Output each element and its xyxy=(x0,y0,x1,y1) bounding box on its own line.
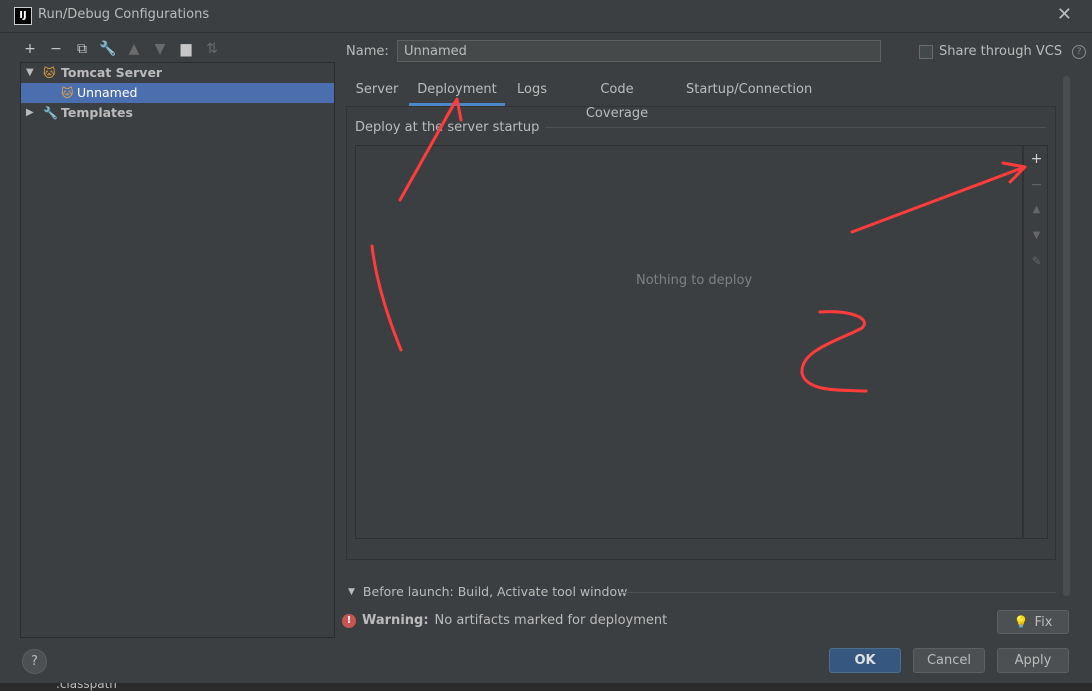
name-label: Name: xyxy=(346,44,389,59)
sort-icon[interactable]: ⇅ xyxy=(202,39,222,59)
before-launch-divider xyxy=(620,592,1056,593)
wrench-icon: 🔧 xyxy=(43,106,58,120)
expand-icon: ▼ xyxy=(348,586,355,597)
ok-button[interactable]: OK xyxy=(829,648,901,673)
window-title: Run/Debug Configurations xyxy=(38,7,210,22)
move-down-icon[interactable]: ▼ xyxy=(150,39,170,59)
tab-deployment[interactable]: Deployment xyxy=(409,78,505,106)
move-up-icon[interactable]: ▲ xyxy=(124,39,144,59)
intellij-icon: IJ xyxy=(14,7,32,25)
lightbulb-icon: 💡 xyxy=(1013,615,1029,629)
copy-icon[interactable]: ⧉ xyxy=(72,39,92,59)
move-down-icon[interactable]: ▼ xyxy=(1024,230,1049,241)
remove-icon[interactable]: − xyxy=(46,39,66,59)
before-launch-section[interactable]: ▼ Before launch: Build, Activate tool wi… xyxy=(348,584,627,599)
cancel-button[interactable]: Cancel xyxy=(913,648,985,673)
vertical-scrollbar[interactable] xyxy=(1063,76,1070,596)
share-checkbox[interactable] xyxy=(919,44,933,59)
help-button[interactable]: ? xyxy=(22,649,47,674)
help-icon[interactable]: ? xyxy=(1072,44,1087,59)
tab-startup-connection[interactable]: Startup/Connection xyxy=(686,78,812,106)
collapse-icon[interactable]: ▶ xyxy=(26,103,34,123)
background-file-label: .classpath xyxy=(56,683,117,691)
share-through-vcs[interactable]: Share through VCS ? xyxy=(919,44,1087,59)
error-icon: ! xyxy=(342,613,356,628)
tab-code-coverage[interactable]: Code Coverage xyxy=(568,78,666,121)
name-field[interactable] xyxy=(397,40,881,62)
tree-item-templates[interactable]: ▶ 🔧 Templates xyxy=(21,103,334,123)
section-title: Deploy at the server startup xyxy=(355,120,546,135)
warning-label: Warning: xyxy=(362,613,429,628)
wrench-icon[interactable]: 🔧 xyxy=(98,39,118,59)
tree-templates-label: Templates xyxy=(61,105,133,120)
deployment-actions: + − ▲ ▼ ✎ xyxy=(1023,145,1048,539)
config-toolbar: + − ⧉ 🔧 ▲ ▼ ▆ ⇅ xyxy=(20,38,222,60)
remove-icon[interactable]: − xyxy=(1024,177,1049,193)
tree-group-label: Tomcat Server xyxy=(61,65,163,80)
fix-label: Fix xyxy=(1034,614,1053,630)
tree-item-unnamed[interactable]: 🐱 Unnamed xyxy=(21,83,334,103)
move-up-icon[interactable]: ▲ xyxy=(1024,204,1049,215)
warning-text: No artifacts marked for deployment xyxy=(434,613,668,628)
share-label: Share through VCS xyxy=(939,44,1063,59)
warning-message: ! Warning: No artifacts marked for deplo… xyxy=(342,613,667,628)
title-bar: IJ Run/Debug Configurations ✕ xyxy=(0,0,1092,33)
folder-icon[interactable]: ▆ xyxy=(176,39,196,59)
tab-server[interactable]: Server xyxy=(354,78,400,106)
apply-button[interactable]: Apply xyxy=(997,648,1069,673)
expand-icon[interactable]: ▼ xyxy=(26,63,34,83)
add-icon[interactable]: + xyxy=(1024,151,1049,167)
tomcat-icon: 🐱 xyxy=(43,66,56,80)
fix-button[interactable]: 💡 Fix xyxy=(997,610,1069,634)
config-tree: ▼ 🐱 Tomcat Server 🐱 Unnamed ▶ 🔧 Template… xyxy=(20,62,335,638)
empty-list-text: Nothing to deploy xyxy=(636,273,753,288)
before-launch-label: Before launch: Build, Activate tool wind… xyxy=(362,584,628,599)
deployment-list[interactable] xyxy=(355,145,1023,539)
edit-icon[interactable]: ✎ xyxy=(1024,254,1049,268)
tomcat-icon: 🐱 xyxy=(61,86,74,100)
add-icon[interactable]: + xyxy=(20,39,40,59)
background-window-strip: .classpath xyxy=(0,683,1092,691)
close-icon[interactable]: ✕ xyxy=(1057,4,1072,25)
tree-item-label: Unnamed xyxy=(77,85,138,100)
tab-logs[interactable]: Logs xyxy=(513,78,551,106)
tree-item-tomcat-server[interactable]: ▼ 🐱 Tomcat Server xyxy=(21,63,334,83)
